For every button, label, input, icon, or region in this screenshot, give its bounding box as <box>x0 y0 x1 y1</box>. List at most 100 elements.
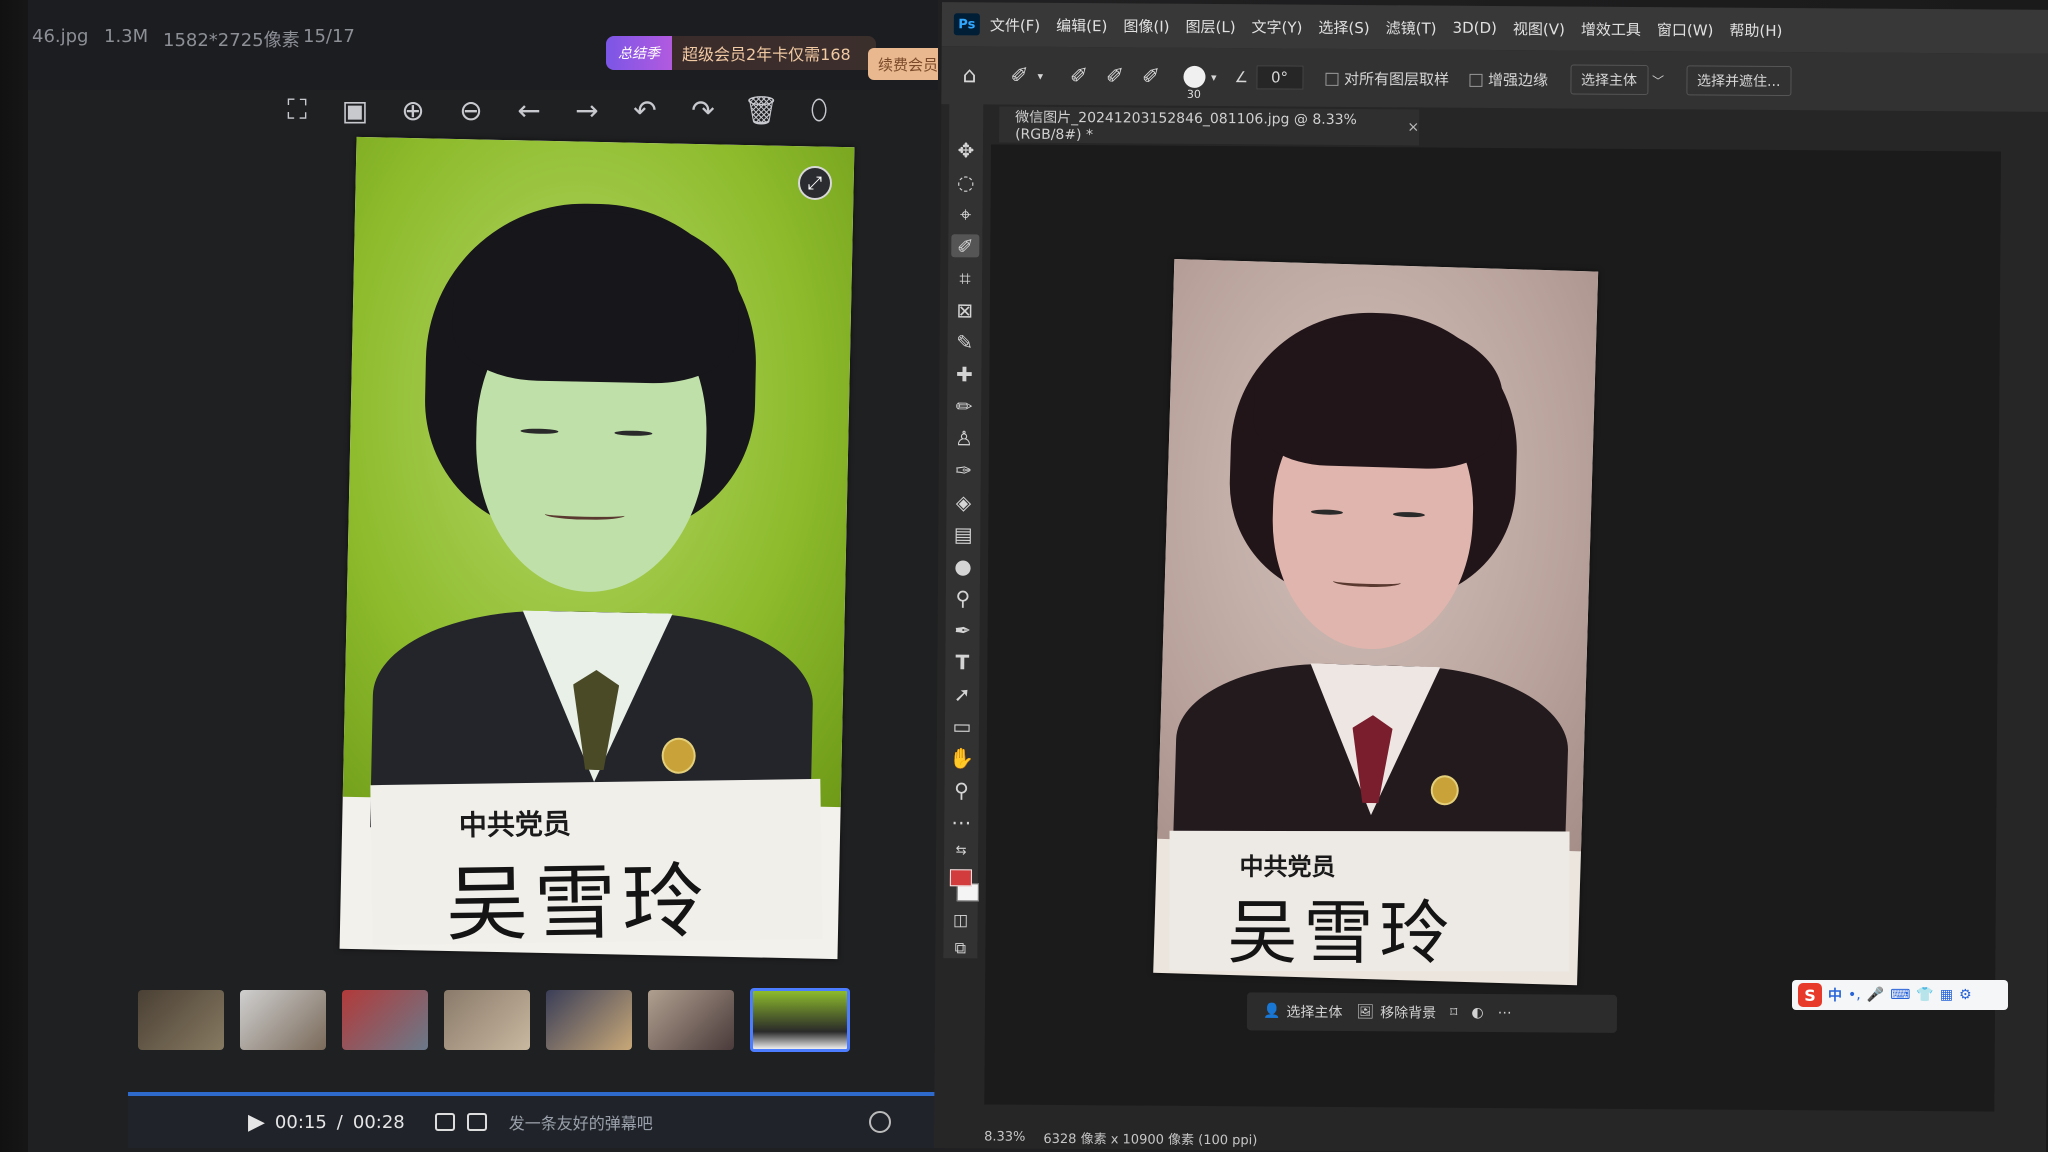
pin-icon[interactable]: ⌑ <box>1450 1005 1457 1021</box>
current-time: 00:15 <box>274 1111 327 1133</box>
brush-size-preview[interactable]: 30 <box>1182 65 1206 101</box>
toolbox-icon[interactable]: ▦ <box>1940 987 1953 1003</box>
thumbnail[interactable] <box>138 990 224 1050</box>
dodge-tool-icon[interactable]: ⚲ <box>949 586 977 610</box>
more-options-icon[interactable]: ⋯ <box>1498 1005 1512 1021</box>
more-icon[interactable]: ⬯ <box>790 86 848 134</box>
canvas-area[interactable]: 中共党员 吴雪玲 👤 选择主体 🖼 移除背景 ⌑ ◐ ⋯ <box>984 144 2001 1112</box>
caption-name-text: 吴雪玲 <box>445 854 711 954</box>
menu-edit[interactable]: 编辑(E) <box>1056 14 1107 35</box>
gradient-tool-icon[interactable]: ▤ <box>949 522 977 546</box>
keyboard-icon[interactable]: ⌨ <box>1890 987 1910 1003</box>
menu-select[interactable]: 选择(S) <box>1318 16 1369 37</box>
options-bar: ⌂ ✐ ▾ ✐ ✐ ✐ 30 ▾ ∠ 0° 对所有图层取样 增强边缘 选择主体 … <box>941 46 2048 112</box>
eyedropper-tool-icon[interactable]: ✎ <box>951 330 979 354</box>
select-subject-task-button[interactable]: 👤 选择主体 <box>1263 1001 1343 1022</box>
screen-mode-icon[interactable]: ⧉ <box>946 938 974 958</box>
path-selection-tool-icon[interactable]: ➚ <box>948 682 976 706</box>
next-icon[interactable]: → <box>558 86 616 134</box>
document-size: 6328 像素 x 10900 像素 (100 ppi) <box>1043 1131 1258 1148</box>
menu-window[interactable]: 窗口(W) <box>1657 19 1714 40</box>
edit-toolbar-icon[interactable]: ⋯ <box>947 810 975 834</box>
clone-stamp-tool-icon[interactable]: ♙ <box>950 426 978 450</box>
actual-size-icon[interactable]: ▣ <box>326 86 384 134</box>
menu-layer[interactable]: 图层(L) <box>1185 15 1235 36</box>
sogou-logo-icon[interactable]: S <box>1798 983 1822 1007</box>
ime-mode[interactable]: 中 <box>1828 985 1842 1005</box>
thumbnail[interactable] <box>240 990 326 1050</box>
menu-3d[interactable]: 3D(D) <box>1453 19 1497 37</box>
select-and-mask-button[interactable]: 选择并遮住... <box>1685 65 1792 97</box>
rectangle-tool-icon[interactable]: ▭ <box>948 714 976 738</box>
zoom-out-icon[interactable]: ⊖ <box>442 86 500 134</box>
lasso-tool-icon[interactable]: ⌖ <box>951 202 979 226</box>
new-selection-icon[interactable]: ✐ <box>1061 63 1097 89</box>
crop-tool-icon[interactable]: ⌗ <box>951 266 979 290</box>
move-tool-icon[interactable]: ✥ <box>952 138 980 162</box>
document-tab-title: 微信图片_20241203152846_081106.jpg @ 8.33%(R… <box>1015 109 1357 144</box>
delete-icon[interactable]: 🗑 <box>732 86 790 134</box>
vip-promo-banner[interactable]: 总结季 超级会员2年卡仅需168 <box>606 36 876 70</box>
menu-help[interactable]: 帮助(H) <box>1729 19 1782 40</box>
pen-tool-icon[interactable]: ✒ <box>949 618 977 642</box>
thumbnail-selected[interactable] <box>750 988 850 1052</box>
zoom-level[interactable]: 8.33% <box>984 1129 1025 1144</box>
quick-select-tool-icon[interactable]: ✐ <box>1001 63 1037 88</box>
menu-type[interactable]: 文字(Y) <box>1252 16 1303 37</box>
select-subject-dropdown-icon[interactable]: ﹀ <box>1652 72 1664 89</box>
punctuation-icon[interactable]: •, <box>1848 987 1861 1003</box>
brush-tool-icon[interactable]: ✏ <box>950 394 978 418</box>
prev-icon[interactable]: ← <box>500 86 558 134</box>
thumbnail[interactable] <box>444 990 530 1050</box>
close-icon[interactable]: × <box>1407 119 1419 135</box>
danmu-settings-icon[interactable] <box>466 1113 487 1131</box>
hand-tool-icon[interactable]: ✋ <box>948 746 976 770</box>
thumbnail[interactable] <box>648 990 734 1050</box>
enhance-edge-checkbox[interactable]: 增强边缘 <box>1469 68 1548 90</box>
add-selection-icon[interactable]: ✐ <box>1097 64 1133 89</box>
microphone-icon[interactable]: 🎤 <box>1867 987 1884 1003</box>
expand-icon[interactable]: ⤢ <box>798 166 832 200</box>
thumbnail[interactable] <box>342 990 428 1050</box>
type-tool-icon[interactable]: T <box>948 650 976 674</box>
zoom-tool-icon[interactable]: ⚲ <box>947 778 975 802</box>
settings-icon[interactable]: ⚙ <box>1959 987 1972 1003</box>
quick-mask-icon[interactable]: ◫ <box>947 910 975 929</box>
swap-colors-icon[interactable]: ⇆ <box>947 842 975 860</box>
quick-selection-tool-icon[interactable]: ✐ <box>951 234 980 258</box>
home-icon[interactable]: ⌂ <box>951 63 987 88</box>
foreground-color-swatch[interactable] <box>949 869 972 887</box>
eraser-tool-icon[interactable]: ◈ <box>949 490 977 514</box>
rotate-right-icon[interactable]: ↷ <box>674 86 732 134</box>
menu-filter[interactable]: 滤镜(T) <box>1386 17 1437 38</box>
menu-image[interactable]: 图像(I) <box>1123 15 1169 36</box>
subtract-selection-icon[interactable]: ✐ <box>1133 64 1169 89</box>
renew-vip-button[interactable]: 续费会员 <box>868 48 938 80</box>
menu-view[interactable]: 视图(V) <box>1513 18 1565 39</box>
tool-preset-dropdown-icon[interactable]: ▾ <box>1037 69 1043 82</box>
emoji-icon[interactable] <box>868 1111 891 1133</box>
fullscreen-icon[interactable]: ⛶ <box>268 86 326 134</box>
remove-background-button[interactable]: 🖼 移除背景 <box>1356 1002 1436 1023</box>
skin-icon[interactable]: 👕 <box>1916 987 1933 1003</box>
marquee-tool-icon[interactable]: ◌ <box>952 170 980 194</box>
healing-brush-tool-icon[interactable]: ✚ <box>950 362 978 386</box>
history-brush-tool-icon[interactable]: ✑ <box>950 458 978 482</box>
frame-tool-icon[interactable]: ⊠ <box>951 298 979 322</box>
brush-dropdown-icon[interactable]: ▾ <box>1211 71 1217 84</box>
danmu-input[interactable]: 发一条友好的弹幕吧 <box>509 1110 809 1134</box>
select-subject-button[interactable]: 选择主体 <box>1569 64 1649 96</box>
sample-all-layers-checkbox[interactable]: 对所有图层取样 <box>1325 67 1449 89</box>
menu-file[interactable]: 文件(F) <box>990 14 1040 35</box>
danmu-toggle-icon[interactable] <box>434 1113 455 1131</box>
blur-tool-icon[interactable]: ● <box>949 554 977 578</box>
contrast-icon[interactable]: ◐ <box>1471 1005 1483 1021</box>
person-icon: 👤 <box>1262 1003 1281 1020</box>
play-icon[interactable]: ▶ <box>248 1110 265 1135</box>
zoom-in-icon[interactable]: ⊕ <box>384 86 442 134</box>
menu-plugins[interactable]: 增效工具 <box>1581 18 1641 39</box>
rotate-left-icon[interactable]: ↶ <box>616 86 674 134</box>
thumbnail[interactable] <box>546 990 632 1050</box>
angle-input[interactable]: 0° <box>1255 65 1304 90</box>
document-tab[interactable]: 微信图片_20241203152846_081106.jpg @ 8.33%(R… <box>999 106 1420 146</box>
